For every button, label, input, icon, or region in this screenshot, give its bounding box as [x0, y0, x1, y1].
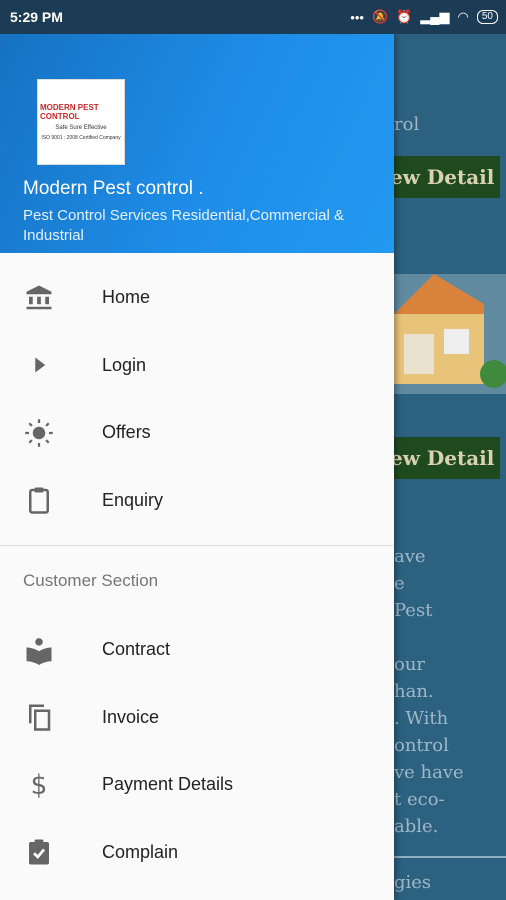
menu-item-contract[interactable]: Contract	[0, 616, 394, 684]
drawer-header: MODERN PEST CONTROL Safe Sure Effective …	[0, 34, 394, 253]
menu-item-home[interactable]: Home	[0, 264, 394, 332]
assignment-check-icon	[24, 837, 54, 867]
status-icons: ••• 🔕 ⏰ ▂▄▆ ◠ 50	[350, 9, 498, 25]
bg-text: Pest	[394, 600, 433, 621]
status-bar: 5:29 PM ••• 🔕 ⏰ ▂▄▆ ◠ 50	[0, 0, 506, 34]
play-icon	[24, 350, 54, 380]
alarm-icon: ⏰	[396, 9, 413, 24]
menu-item-payment-details[interactable]: $ Payment Details	[0, 751, 394, 819]
more-icon: •••	[350, 9, 364, 25]
view-detail-button[interactable]: ew Detail	[394, 156, 500, 198]
menu-label: Payment Details	[102, 774, 234, 795]
reader-icon	[24, 635, 54, 665]
menu-label: Home	[102, 287, 151, 308]
menu-label: Login	[102, 354, 147, 375]
drawer-title: Modern Pest control .	[23, 178, 204, 199]
main-menu: Home Login Offers Enquiry	[0, 253, 394, 534]
bg-divider	[394, 856, 506, 858]
bg-text: able.	[394, 816, 439, 837]
sun-icon	[24, 418, 54, 448]
bg-text: our	[394, 654, 426, 675]
background-screen: rol ew Detail ew Detail ave e Pest our h…	[394, 34, 506, 900]
clipboard-icon	[24, 485, 54, 515]
svg-text:$: $	[31, 771, 48, 800]
company-logo: MODERN PEST CONTROL Safe Sure Effective …	[37, 79, 125, 165]
signal-icon: ▂▄▆	[420, 9, 450, 24]
section-title: Customer Section	[23, 571, 159, 590]
menu-label: Invoice	[102, 706, 160, 727]
bg-text: han.	[394, 681, 434, 702]
bg-text: rol	[394, 114, 420, 135]
copy-icon	[24, 702, 54, 732]
battery-icon: 50	[476, 10, 498, 24]
bg-text: ve have	[394, 762, 464, 783]
menu-item-enquiry[interactable]: Enquiry	[0, 467, 394, 535]
logo-text: MODERN PEST CONTROL	[40, 103, 99, 121]
view-detail-button[interactable]: ew Detail	[394, 437, 500, 479]
wifi-icon: ◠	[457, 9, 469, 24]
status-time: 5:29 PM	[10, 9, 63, 25]
drawer-subtitle: Pest Control Services Residential,Commer…	[23, 207, 344, 244]
menu-item-complain[interactable]: Complain	[0, 819, 394, 887]
bank-icon	[24, 283, 54, 313]
bg-text: t eco-	[394, 789, 445, 810]
menu-item-login[interactable]: Login	[0, 332, 394, 400]
house-illustration	[394, 274, 506, 394]
menu-item-offers[interactable]: Offers	[0, 399, 394, 467]
bell-off-icon: 🔕	[371, 9, 389, 24]
menu-item-invoice[interactable]: Invoice	[0, 684, 394, 752]
dollar-icon: $	[24, 770, 54, 800]
bg-text: ontrol	[394, 735, 449, 756]
bg-text: gies	[394, 872, 432, 893]
menu-label: Complain	[102, 841, 179, 862]
navigation-drawer: MODERN PEST CONTROL Safe Sure Effective …	[0, 34, 394, 900]
customer-menu: Contract Invoice $ Payment Details Compl…	[0, 616, 394, 886]
bg-text: e	[394, 573, 405, 594]
logo-cert: ISO 9001 : 2008 Certified Company	[41, 135, 121, 141]
bg-text: ave	[394, 546, 426, 567]
bg-text: . With	[394, 708, 449, 729]
menu-label: Enquiry	[102, 489, 164, 510]
menu-label: Offers	[102, 422, 151, 443]
menu-label: Contract	[102, 639, 171, 660]
logo-tagline: Safe Sure Effective	[55, 125, 107, 131]
